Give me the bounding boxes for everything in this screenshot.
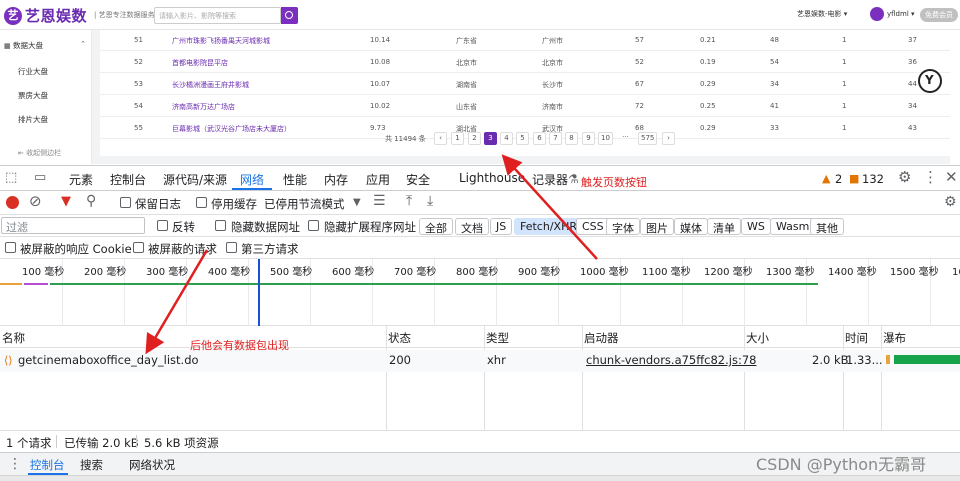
annotation-arrows xyxy=(145,154,598,355)
screenshot: 艺 艺恩娱数 | 艺恩专注数据服务14年 请输入影片、影院等搜索 艺恩娱数-电影… xyxy=(0,0,960,481)
annotation-trigger-pager: 触发页数按钮 xyxy=(581,176,647,189)
annotation-packet-appears: 后他会有数据包出现 xyxy=(190,339,289,352)
watermark: CSDN @Python无霸哥 xyxy=(756,455,927,474)
annotation-arrow-request xyxy=(145,249,209,355)
